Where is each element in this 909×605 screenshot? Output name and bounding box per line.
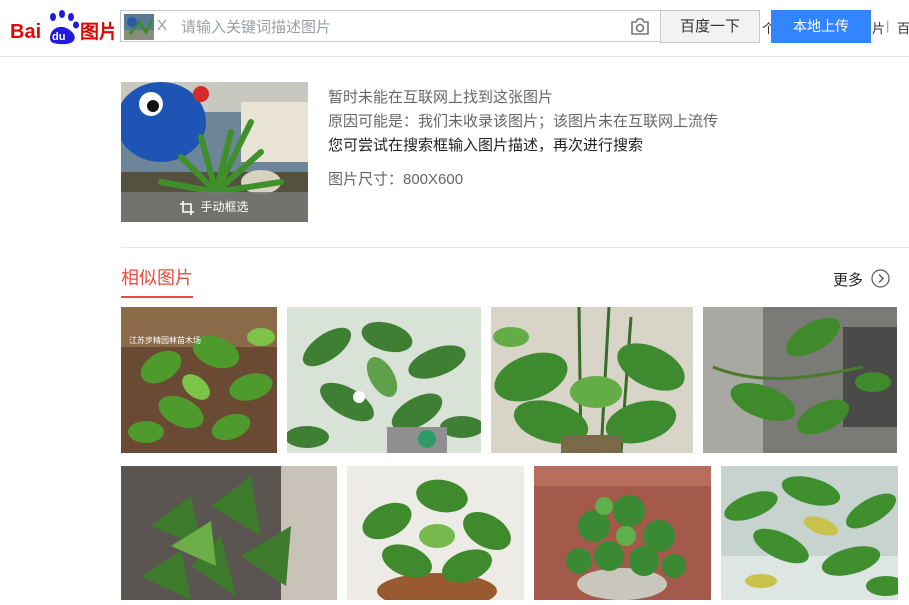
query-image: 手动框选 — [121, 82, 308, 222]
similar-image-3[interactable] — [491, 307, 693, 453]
more-link[interactable]: 更多 — [833, 269, 863, 290]
search-input[interactable] — [179, 13, 623, 41]
similar-image-4[interactable] — [703, 307, 897, 453]
chevron-right-circle-icon[interactable] — [871, 269, 890, 288]
top-link-2[interactable]: 片 — [872, 18, 885, 37]
search-button[interactable]: 百度一下 — [660, 10, 760, 43]
search-box: X — [120, 10, 660, 42]
reason-message: 原因可能是：我们未收录该图片；该图片未在互联网上流传 — [328, 113, 719, 130]
similar-image-5[interactable] — [121, 466, 337, 600]
similar-images-title[interactable]: 相似图片 — [121, 264, 193, 298]
local-upload-button[interactable]: 本地上传 — [771, 10, 871, 43]
baidu-logo[interactable]: Bai du 图片 — [10, 8, 114, 46]
top-link-separator: | — [886, 18, 890, 33]
svg-text:Bai: Bai — [10, 21, 41, 43]
manual-crop-label: 手动框选 — [200, 200, 249, 214]
svg-text:图片: 图片 — [80, 20, 114, 43]
top-link-3[interactable]: 百 — [897, 18, 909, 37]
remove-image-button[interactable]: X — [155, 15, 169, 37]
camera-icon[interactable] — [629, 17, 651, 37]
result-info: 暂时未能在互联网上找到这张图片 原因可能是：我们未收录该图片；该图片未在互联网上… — [328, 86, 718, 192]
watermark-text: 江苏步精园林苗木场 — [129, 335, 201, 345]
manual-crop-button[interactable]: 手动框选 — [121, 192, 308, 222]
suggestion-message: 您可尝试在搜索框输入图片描述，再次进行搜索 — [328, 137, 644, 154]
top-header: Bai du 图片 X 百度一下 个 本地上传 片 | 百 — [0, 0, 909, 57]
similar-image-6[interactable] — [347, 466, 524, 600]
not-found-message: 暂时未能在互联网上找到这张图片 — [328, 89, 554, 106]
query-thumbnail — [124, 14, 154, 40]
similar-image-1[interactable]: 江苏步精园林苗木场 — [121, 307, 277, 453]
similar-image-7[interactable] — [534, 466, 711, 600]
image-size: 图片尺寸：800X600 — [328, 171, 464, 188]
section-divider — [121, 247, 909, 248]
svg-text:du: du — [52, 31, 65, 43]
similar-image-8[interactable] — [721, 466, 898, 600]
similar-image-2[interactable] — [287, 307, 481, 453]
crop-icon — [180, 200, 195, 215]
